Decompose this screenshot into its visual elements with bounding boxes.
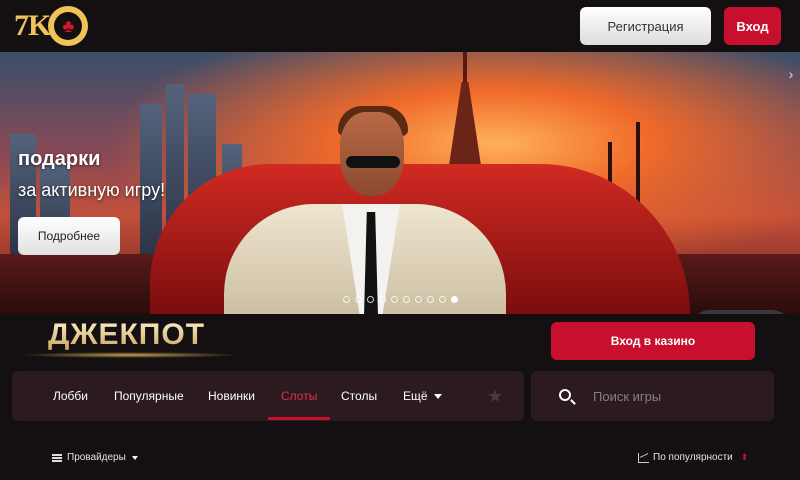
carousel-dot[interactable] [343, 296, 350, 303]
favorites-star-icon[interactable]: ★ [487, 371, 503, 421]
scroll-right-icon[interactable]: › [782, 54, 800, 94]
carousel-dot[interactable] [367, 296, 374, 303]
jackpot-glow [20, 352, 240, 358]
carousel-dot[interactable] [415, 296, 422, 303]
trending-icon [638, 452, 649, 463]
carousel-dot[interactable] [451, 296, 458, 303]
logo-text: 7K [14, 9, 51, 42]
tab-more[interactable]: Ещё [403, 371, 442, 421]
tab-slots[interactable]: Слоты [281, 371, 317, 421]
active-tab-indicator [268, 417, 330, 420]
carousel-dot[interactable] [427, 296, 434, 303]
tab-popular[interactable]: Популярные [114, 371, 184, 421]
register-button[interactable]: Регистрация [580, 7, 711, 45]
tab-lobby[interactable]: Лобби [53, 371, 88, 421]
tab-tables[interactable]: Столы [341, 371, 377, 421]
sort-label: По популярности [653, 452, 733, 463]
search-box [531, 371, 774, 421]
carousel-dot[interactable] [379, 296, 386, 303]
sort-dropdown[interactable]: По популярности ⬍ [638, 452, 748, 463]
carousel-dot[interactable] [439, 296, 446, 303]
games-nav: Лобби Популярные Новинки Слоты Столы Ещё… [12, 371, 524, 421]
promo-subtitle: за активную игру! [18, 180, 166, 200]
carousel-dot[interactable] [403, 296, 410, 303]
site-header: 7K ♣ Регистрация Вход [0, 0, 800, 52]
tab-more-label: Ещё [403, 389, 428, 403]
search-input[interactable] [593, 384, 763, 408]
list-icon [52, 453, 62, 462]
casino-login-button[interactable]: Вход в казино [551, 322, 755, 360]
sort-arrows-icon: ⬍ [740, 452, 749, 462]
providers-filter[interactable]: Провайдеры [52, 452, 138, 463]
logo[interactable]: 7K ♣ [14, 4, 89, 48]
jackpot-title: ДЖЕКПОТ [48, 318, 206, 351]
providers-label: Провайдеры [67, 452, 126, 463]
chevron-down-icon [131, 455, 138, 460]
carousel-dot[interactable] [355, 296, 362, 303]
more-button[interactable]: Подробнее [18, 217, 120, 255]
carousel-dot[interactable] [391, 296, 398, 303]
chevron-down-icon [433, 394, 442, 400]
promo-title: подарки [18, 148, 101, 170]
login-button[interactable]: Вход [724, 7, 781, 45]
tab-new[interactable]: Новинки [208, 371, 255, 421]
man-in-suit-image [218, 106, 518, 314]
casino-chip-icon: ♣ [48, 6, 89, 46]
search-icon[interactable] [559, 389, 571, 401]
carousel-dots [343, 296, 458, 303]
